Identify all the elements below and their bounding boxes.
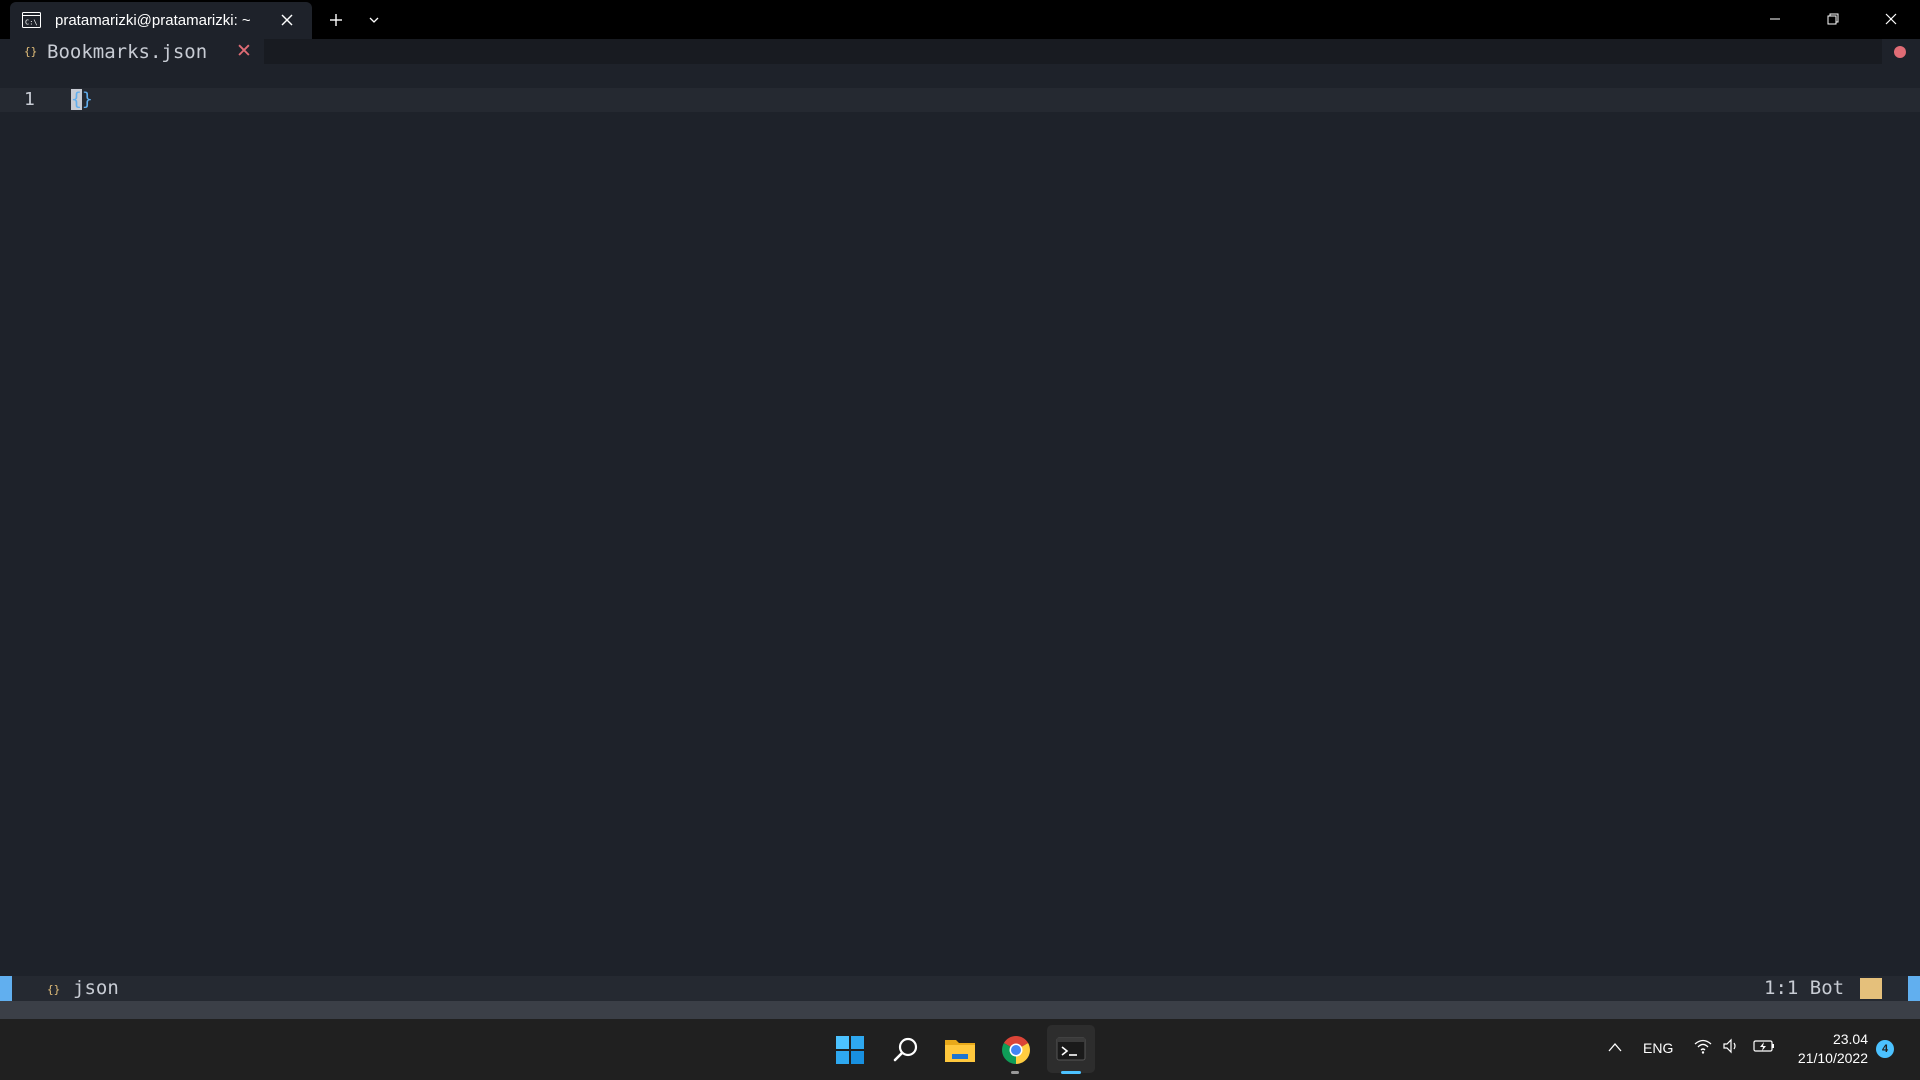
language-indicator[interactable]: ENG — [1643, 1040, 1673, 1056]
running-indicator — [1011, 1071, 1019, 1074]
line-number: 1 — [24, 89, 35, 110]
battery-icon[interactable] — [1753, 1039, 1775, 1053]
command-line[interactable] — [0, 1001, 1920, 1019]
plus-icon[interactable] — [326, 10, 346, 30]
code-line[interactable]: {} — [71, 89, 93, 110]
filetype-label: json — [73, 977, 119, 999]
minimize-icon[interactable] — [1752, 4, 1798, 34]
terminal-tab-title: pratamarizki@pratamarizki: ~ — [55, 12, 251, 29]
terminal-icon[interactable] — [1047, 1025, 1095, 1073]
mode-indicator-right — [1908, 976, 1920, 1001]
code-text: } — [81, 89, 93, 110]
active-indicator — [1061, 1071, 1081, 1074]
buffer-line: {} Bookmarks.json ✕ — [0, 39, 1920, 64]
cursor-position: 1:1 Bot — [1764, 977, 1845, 999]
svg-text:C:\: C:\ — [25, 19, 38, 27]
buffer-tab-bookmarks-json[interactable]: {} Bookmarks.json ✕ — [14, 39, 264, 64]
buffer-tab-label: Bookmarks.json — [47, 41, 208, 63]
cursor-line — [0, 88, 1920, 112]
wifi-icon[interactable] — [1693, 1037, 1713, 1055]
json-file-icon: {} — [47, 983, 61, 996]
terminal-titlebar: C:\ pratamarizki@pratamarizki: ~ — [0, 0, 1920, 39]
terminal-tab[interactable]: C:\ pratamarizki@pratamarizki: ~ — [10, 2, 312, 39]
close-icon[interactable] — [278, 11, 296, 29]
clock-date[interactable]: 21/10/2022 — [1780, 1050, 1868, 1066]
chevron-up-icon[interactable] — [1606, 1041, 1624, 1053]
close-all-icon[interactable] — [1894, 46, 1906, 58]
search-icon[interactable] — [885, 1029, 927, 1071]
windows-start-icon[interactable] — [829, 1029, 871, 1071]
restore-icon[interactable] — [1810, 4, 1856, 34]
file-explorer-icon[interactable] — [939, 1029, 981, 1071]
volume-icon[interactable] — [1722, 1037, 1740, 1055]
position-indicator — [1860, 978, 1882, 999]
close-icon[interactable]: ✕ — [236, 40, 252, 62]
clock-time[interactable]: 23.04 — [1780, 1031, 1868, 1047]
status-line: {} json 1:1 Bot — [0, 976, 1920, 1001]
notification-badge[interactable]: 4 — [1876, 1040, 1894, 1058]
mode-indicator — [0, 976, 12, 1001]
chrome-icon[interactable] — [995, 1029, 1037, 1071]
close-icon[interactable] — [1868, 4, 1914, 34]
terminal-icon: C:\ — [22, 12, 41, 28]
editor-area[interactable]: 1 {} — [0, 64, 1920, 976]
chevron-down-icon[interactable] — [364, 12, 384, 28]
buffer-line-fill — [264, 39, 1882, 64]
cursor: { — [71, 89, 82, 110]
json-file-icon: {} — [24, 45, 38, 58]
taskbar: ENG 23.04 21/10/2022 4 — [0, 1019, 1920, 1080]
